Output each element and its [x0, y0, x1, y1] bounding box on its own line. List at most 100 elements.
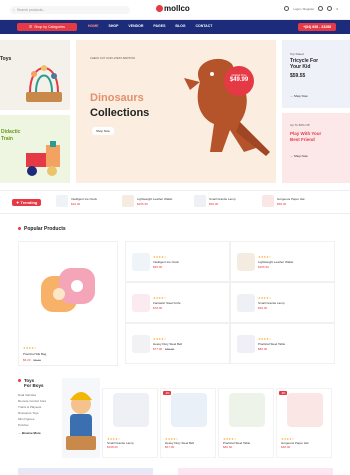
banner-didactic-train[interactable]: Didactic Train [0, 115, 70, 183]
nav-home[interactable]: HOME [88, 24, 99, 28]
nav-links: HOME SHOP VENDOR PAGES BLOG CONTACT [88, 24, 212, 28]
category-link[interactable]: Trains & Playsets [18, 405, 62, 409]
product-card[interactable]: ★★★★☆ Practical Steel Table $86.00 [230, 323, 335, 364]
dinosaur-toy-image [229, 393, 265, 427]
category-link[interactable]: Dual Vehicles [18, 393, 62, 397]
banner-kicker: Up To 50% Off [290, 123, 310, 127]
teddy-image [237, 252, 255, 271]
banner-title: Your Kid [290, 64, 311, 70]
banner-title: Best Friend [290, 137, 315, 142]
banner-title: Train [1, 136, 13, 142]
robot-dark-image [132, 334, 150, 353]
scooter-image [132, 252, 150, 271]
cart-icon[interactable] [327, 6, 333, 11]
nav-pages[interactable]: PAGES [153, 24, 165, 28]
stunt-car-image [287, 393, 323, 427]
cart-count: 0 [336, 6, 338, 11]
nav-vendor[interactable]: VENDOR [128, 24, 143, 28]
trending-strip: ✦ Trending Intelligent Ice Clock $29.00 L… [0, 190, 350, 214]
banner-price: $59.55 [290, 73, 306, 79]
rating-stars: ★★★★☆ [23, 346, 37, 350]
banner-title: Toys [0, 56, 12, 62]
product-price: $86.00 [223, 445, 233, 449]
site-logo[interactable]: mollco [156, 4, 190, 13]
phone-number[interactable]: +(84) 658 - 33288 [298, 23, 336, 31]
product-card[interactable]: ★★★★☆ Small Granite Lamp $99.00 [230, 282, 335, 323]
browse-more-link[interactable]: → Browse More [18, 431, 62, 435]
menu-icon: ☰ [29, 25, 33, 29]
toys-for-boys-sidebar: Toys For Boys Dual Vehicles Remote Contr… [18, 378, 62, 458]
toy-card[interactable]: ★★★★☆ Small Granite Lamp $158.00 [102, 388, 158, 458]
teddy-thumb [122, 195, 134, 207]
car-thumb [262, 195, 274, 207]
bead-maze-toy-image [26, 65, 62, 102]
hero-subtitle: Collections [90, 107, 150, 119]
fire-icon: ✦ [16, 200, 20, 205]
logo-text: mollco [164, 4, 190, 13]
discount-badge: -9% [163, 391, 172, 395]
nav-blog[interactable]: BLOG [175, 24, 185, 28]
logo-icon [156, 5, 163, 12]
dinosaur-toy-image [184, 58, 270, 156]
boy-with-helmet-image [66, 392, 96, 450]
nav-shop[interactable]: SHOP [109, 24, 119, 28]
train-toy-image [26, 141, 60, 176]
teething-toy-image [41, 268, 95, 312]
banner-shop-now-link[interactable]: → Shop Now [290, 94, 308, 98]
popular-products-grid: ★★★★☆ Intelligent Ice Clock $69.00 ★★★★☆ Li… [125, 241, 335, 366]
robot-thumb [194, 195, 206, 207]
category-link[interactable]: Remote Control Cars [18, 399, 62, 403]
product-price: $158.00 [107, 445, 118, 449]
hero-title: Dinosaurs [90, 92, 144, 104]
product-price: $6.29 $8.49 [23, 358, 41, 362]
trending-item[interactable]: Lightweight Leather Wallet $266.99 [122, 195, 172, 207]
product-card[interactable]: ★★★★☆ Lightweight Leather Wallet $266.99 [230, 241, 335, 282]
popular-products-title: Popular Products [18, 226, 66, 232]
product-name[interactable]: Practical Silk Bag [23, 352, 46, 356]
hero-kicker: CHECK OUT OUR LATEST ADDITION [90, 57, 135, 60]
product-card[interactable]: ★★★★☆ Fantastic Steel Knife $78.00 [125, 282, 230, 323]
product-price: $48.00 [281, 445, 291, 449]
discount-badge: -8% [279, 391, 288, 395]
user-icon[interactable] [284, 6, 290, 11]
robot-image [237, 293, 255, 312]
product-card[interactable]: ★★★★☆ Intelligent Ice Clock $69.00 [125, 241, 230, 282]
banner-toys[interactable]: Toys [0, 40, 70, 110]
toy-card[interactable]: -8% ★★★★☆ Gorgeous Paper Hat $48.00 [276, 388, 332, 458]
featured-product-card[interactable]: ★★★★☆ Practical Silk Bag $6.29 $8.49 [18, 241, 118, 366]
category-link[interactable]: Dinosaurs Toys [18, 411, 62, 415]
banner-shop-now-link[interactable]: → Shop Now [290, 154, 308, 158]
robot-white-image [113, 393, 149, 427]
banner-title: Didactic [1, 129, 21, 135]
banner-tricycle[interactable]: Top Rated Tricycle For Your Kid $59.55 →… [282, 40, 350, 108]
product-card[interactable]: ★★★★☆ Heavy Duty Steel Bell $77.00 $89.00 [125, 323, 230, 364]
trending-item[interactable]: Small Granite Lamp $99.00 [194, 195, 236, 207]
robot-red-image [171, 393, 207, 427]
boy-photo [62, 378, 100, 458]
shop-by-categories-button[interactable]: ☰ Shop by Categories [17, 23, 77, 31]
hero-banner[interactable]: CHECK OUT OUR LATEST ADDITION Dinosaurs … [76, 40, 276, 183]
category-link[interactable]: Mini Figures [18, 417, 62, 421]
search-icon: ⌕ [13, 8, 15, 12]
bottom-banner-right[interactable] [178, 468, 333, 475]
dinosaur-toy-thumb [237, 334, 255, 353]
price-tag: Original Price $49.99 [224, 66, 254, 96]
account-link[interactable]: Login / Register [293, 7, 314, 11]
bottom-banner-left[interactable] [18, 468, 153, 475]
main-nav: ☰ Shop by Categories HOME SHOP VENDOR PA… [0, 20, 350, 34]
product-price: $67.00 [165, 445, 175, 449]
banner-kicker: Top Rated [290, 52, 304, 56]
hero-shop-now-button[interactable]: Shop Now [92, 127, 114, 135]
banner-plush-friend[interactable]: Up To 50% Off Play With Your Best Friend… [282, 113, 350, 183]
trending-item[interactable]: Gorgeous Paper Hat $58.00 [262, 195, 305, 207]
trending-item[interactable]: Intelligent Ice Clock $29.00 [56, 195, 97, 207]
toy-card[interactable]: -9% ★★★★☆ Heavy Duty Steel Bell $67.00 [160, 388, 216, 458]
trending-badge: ✦ Trending [12, 199, 42, 206]
toy-card[interactable]: ★★★★☆ Practical Steel Table $86.00 [218, 388, 274, 458]
heart-icon[interactable] [318, 6, 324, 11]
search-placeholder: Search products... [16, 8, 46, 12]
scooter-thumb [56, 195, 68, 207]
nav-contact[interactable]: CONTACT [196, 24, 213, 28]
search-input[interactable]: ⌕ Search products... [10, 6, 130, 14]
category-link[interactable]: Puzzles [18, 423, 62, 427]
